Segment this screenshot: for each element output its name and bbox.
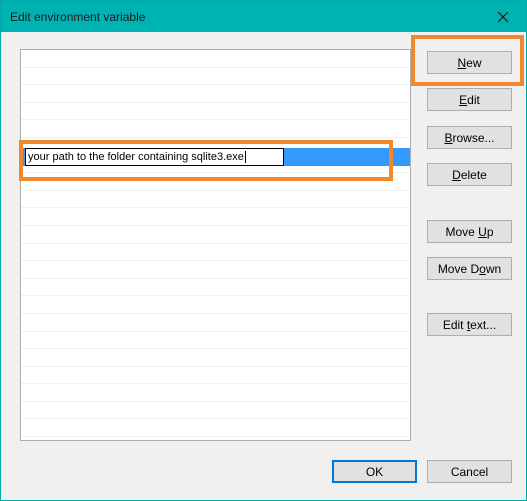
list-row[interactable] bbox=[21, 68, 410, 86]
list-row[interactable] bbox=[21, 261, 410, 279]
edit-button[interactable]: Edit bbox=[427, 88, 512, 111]
edit-text-button[interactable]: Edit text... bbox=[427, 313, 512, 336]
list-row[interactable] bbox=[21, 120, 410, 138]
list-row[interactable] bbox=[21, 419, 410, 438]
list-row[interactable] bbox=[21, 384, 410, 402]
text-caret bbox=[244, 151, 246, 164]
selected-list-row[interactable]: your path to the folder containing sqlit… bbox=[21, 148, 410, 166]
list-row[interactable] bbox=[21, 226, 410, 244]
list-row[interactable] bbox=[21, 173, 410, 191]
list-row[interactable] bbox=[21, 191, 410, 209]
list-row[interactable] bbox=[21, 50, 410, 68]
list-row[interactable] bbox=[21, 103, 410, 121]
path-edit-field[interactable]: your path to the folder containing sqlit… bbox=[25, 148, 284, 166]
title-bar: Edit environment variable bbox=[1, 1, 526, 32]
list-row[interactable] bbox=[21, 85, 410, 103]
delete-label: Delete bbox=[452, 167, 487, 182]
delete-button[interactable]: Delete bbox=[427, 163, 512, 186]
edit-label: Edit bbox=[459, 92, 480, 107]
window-title: Edit environment variable bbox=[10, 10, 146, 24]
new-button[interactable]: New bbox=[427, 51, 512, 74]
move-down-button[interactable]: Move Down bbox=[427, 257, 512, 280]
list-row[interactable] bbox=[21, 314, 410, 332]
list-row[interactable] bbox=[21, 402, 410, 420]
list-row[interactable] bbox=[21, 349, 410, 367]
list-row[interactable] bbox=[21, 279, 410, 297]
move-up-label: Move Up bbox=[445, 224, 494, 239]
list-row[interactable] bbox=[21, 208, 410, 226]
edit-environment-variable-dialog: Edit environment variable your path to t… bbox=[0, 0, 527, 501]
edit-text-label: Edit text... bbox=[442, 317, 497, 332]
move-down-label: Move Down bbox=[437, 261, 502, 276]
list-row[interactable] bbox=[21, 244, 410, 262]
new-label: New bbox=[457, 55, 482, 70]
path-edit-value: your path to the folder containing sqlit… bbox=[28, 151, 244, 163]
close-button[interactable] bbox=[480, 1, 526, 32]
close-icon bbox=[497, 11, 509, 22]
cancel-button[interactable]: Cancel bbox=[427, 460, 512, 483]
list-row[interactable] bbox=[21, 332, 410, 350]
list-row[interactable] bbox=[21, 367, 410, 385]
browse-label: Browse... bbox=[444, 130, 495, 145]
move-up-button[interactable]: Move Up bbox=[427, 220, 512, 243]
ok-button[interactable]: OK bbox=[332, 460, 417, 483]
browse-button[interactable]: Browse... bbox=[427, 126, 512, 149]
path-list[interactable]: your path to the folder containing sqlit… bbox=[20, 49, 411, 441]
list-row[interactable] bbox=[21, 296, 410, 314]
